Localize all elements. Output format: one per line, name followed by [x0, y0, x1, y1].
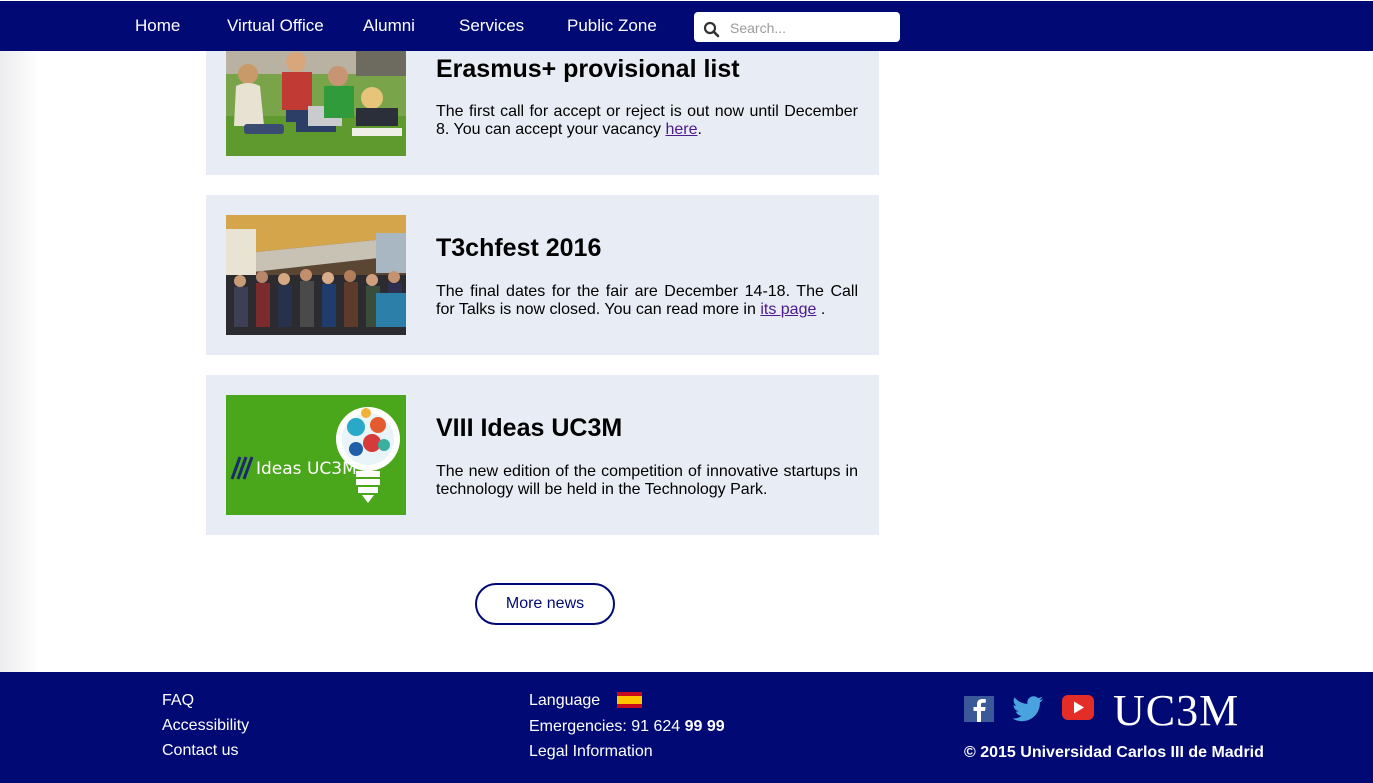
footer: FAQ Accessibility Contact us Language Em… [0, 672, 1373, 783]
news-image-ideas[interactable]: Ideas UC3M [226, 395, 406, 515]
emergencies-phone: Emergencies: 91 624 99 99 [529, 718, 725, 735]
news-link-its-page[interactable]: its page [760, 301, 816, 318]
nav-virtual-office[interactable]: Virtual Office [227, 16, 324, 36]
top-navbar: Home Virtual Office Alumni Services Publ… [0, 0, 1373, 51]
footer-link-accessibility[interactable]: Accessibility [162, 717, 249, 735]
news-card-t3chfest: T3chfest 2016 The final dates for the fa… [206, 195, 879, 355]
footer-link-contact[interactable]: Contact us [162, 742, 238, 760]
search-box[interactable] [694, 12, 900, 42]
nav-services[interactable]: Services [459, 16, 524, 36]
footer-link-faq[interactable]: FAQ [162, 692, 194, 710]
news-card-erasmus: Erasmus+ provisional list The first call… [206, 30, 879, 175]
language-label[interactable]: Language [529, 692, 600, 710]
nav-alumni[interactable]: Alumni [363, 16, 415, 36]
news-title[interactable]: Erasmus+ provisional list [436, 55, 740, 84]
footer-link-legal[interactable]: Legal Information [529, 743, 653, 761]
news-summary: The first call for accept or reject is o… [436, 103, 858, 138]
youtube-icon[interactable] [1062, 694, 1094, 722]
news-image-students[interactable] [226, 36, 406, 156]
uc3m-logo[interactable]: UC3M [1113, 686, 1239, 736]
news-title[interactable]: VIII Ideas UC3M [436, 414, 622, 443]
copyright-text: © 2015 Universidad Carlos III de Madrid [964, 744, 1264, 761]
crowd-photo [226, 215, 406, 335]
news-card-ideas: Ideas UC3M VIII Ideas UC3M The new editi… [206, 375, 879, 535]
news-image-crowd[interactable] [226, 215, 406, 335]
news-title[interactable]: T3chfest 2016 [436, 234, 601, 263]
spain-flag-icon[interactable] [617, 692, 642, 708]
lightbulb-icon [226, 395, 406, 515]
news-summary: The new edition of the competition of in… [436, 463, 858, 498]
students-photo [226, 36, 406, 156]
search-icon[interactable] [703, 21, 720, 38]
nav-public-zone[interactable]: Public Zone [567, 16, 657, 36]
nav-home[interactable]: Home [135, 16, 180, 36]
ideas-image-label: Ideas UC3M [256, 459, 357, 479]
facebook-icon[interactable] [964, 696, 994, 722]
search-input[interactable] [728, 16, 892, 40]
page-side-shadow [0, 0, 40, 672]
twitter-icon[interactable] [1012, 696, 1044, 722]
news-summary: The final dates for the fair are Decembe… [436, 283, 858, 318]
more-news-button[interactable]: More news [475, 583, 615, 625]
news-link-here[interactable]: here [665, 121, 697, 138]
